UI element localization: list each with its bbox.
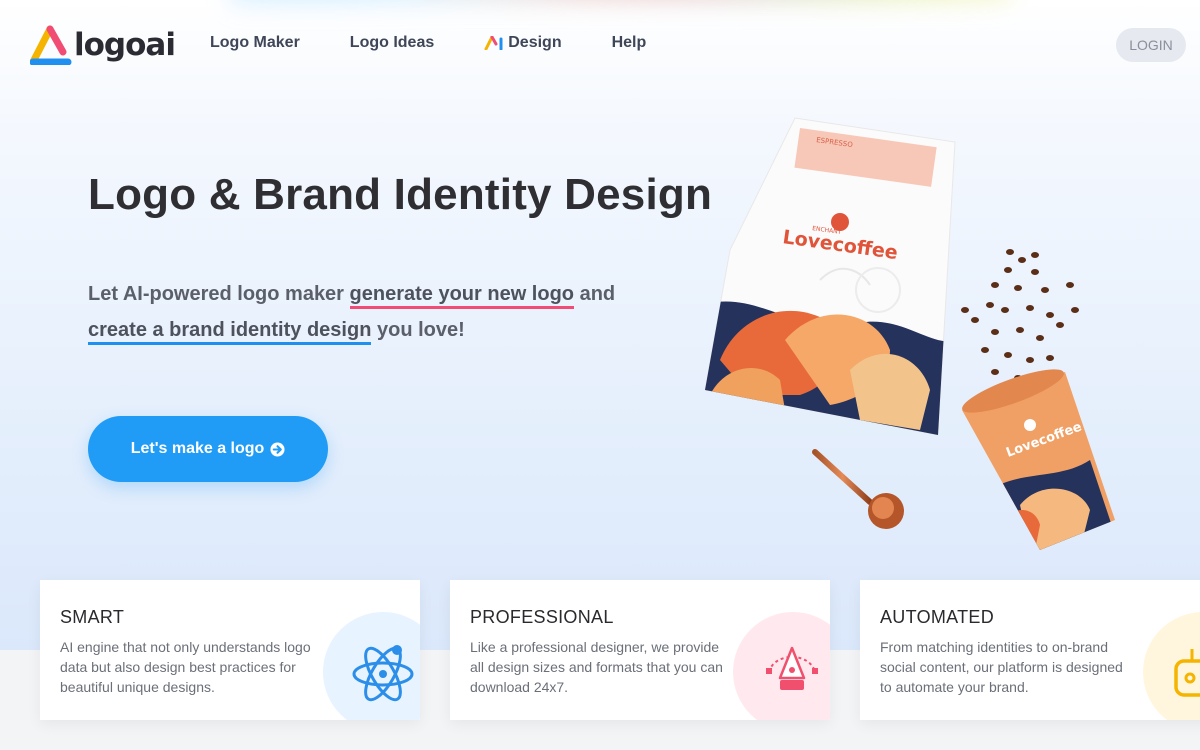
hero-subtitle: Let AI-powered logo maker generate your … (88, 276, 648, 348)
feature-card-professional: PROFESSIONAL Like a professional designe… (450, 580, 830, 720)
site-header: logoai Logo Maker Logo Ideas Design Help… (0, 0, 1200, 90)
feature-card-smart: SMART AI engine that not only understand… (40, 580, 420, 720)
logo-mark-icon (30, 25, 72, 65)
main-nav: Logo Maker Logo Ideas Design Help (210, 34, 696, 52)
hero-title: Logo & Brand Identity Design (88, 170, 713, 219)
arrow-circle-right-icon (270, 441, 285, 457)
nav-label: Logo Maker (210, 34, 300, 51)
coffee-cup: Lovecoffee (962, 369, 1115, 550)
feature-title: PROFESSIONAL (470, 607, 614, 627)
feature-title: SMART (60, 607, 125, 627)
feature-card-automated: AUTOMATED From matching identities to on… (860, 580, 1200, 720)
pen-tool-icon (766, 646, 818, 690)
subtitle-highlight-generate: generate your new logo (349, 283, 575, 309)
logo-text: logoai (74, 27, 176, 63)
coffee-bag: ESPRESSO ENCHANT Lovecoffee (704, 117, 956, 436)
nav-design[interactable]: Design (484, 34, 562, 52)
subtitle-highlight-brand: create a brand identity design (88, 319, 372, 345)
coffee-scoop (812, 449, 904, 529)
nav-label: Design (508, 34, 562, 51)
design-logo-icon (484, 36, 503, 50)
logo[interactable]: logoai (30, 25, 176, 65)
atom-icon (352, 645, 414, 702)
feature-description: Like a professional designer, we provide… (470, 639, 723, 695)
feature-description: AI engine that not only understands logo… (60, 639, 311, 695)
subtitle-text: Let AI-powered logo maker (88, 283, 350, 305)
subtitle-text: and (574, 283, 616, 305)
robot-icon (1174, 649, 1200, 697)
nav-logo-ideas[interactable]: Logo Ideas (350, 34, 434, 52)
nav-logo-maker[interactable]: Logo Maker (210, 34, 300, 52)
cta-label: Let's make a logo (130, 440, 265, 457)
feature-title: AUTOMATED (880, 607, 995, 627)
nav-label: Logo Ideas (349, 34, 435, 51)
make-logo-button[interactable]: Let's make a logo (88, 416, 328, 482)
nav-label: Help (611, 34, 647, 51)
feature-description: From matching identities to on-brand soc… (880, 639, 1123, 695)
subtitle-text: you love! (371, 319, 465, 341)
login-button[interactable]: LOGIN (1116, 28, 1186, 62)
coffee-product-illustration: ESPRESSO ENCHANT Lovecoffee Lovecoffee (704, 117, 1115, 550)
nav-help[interactable]: Help (612, 34, 647, 52)
